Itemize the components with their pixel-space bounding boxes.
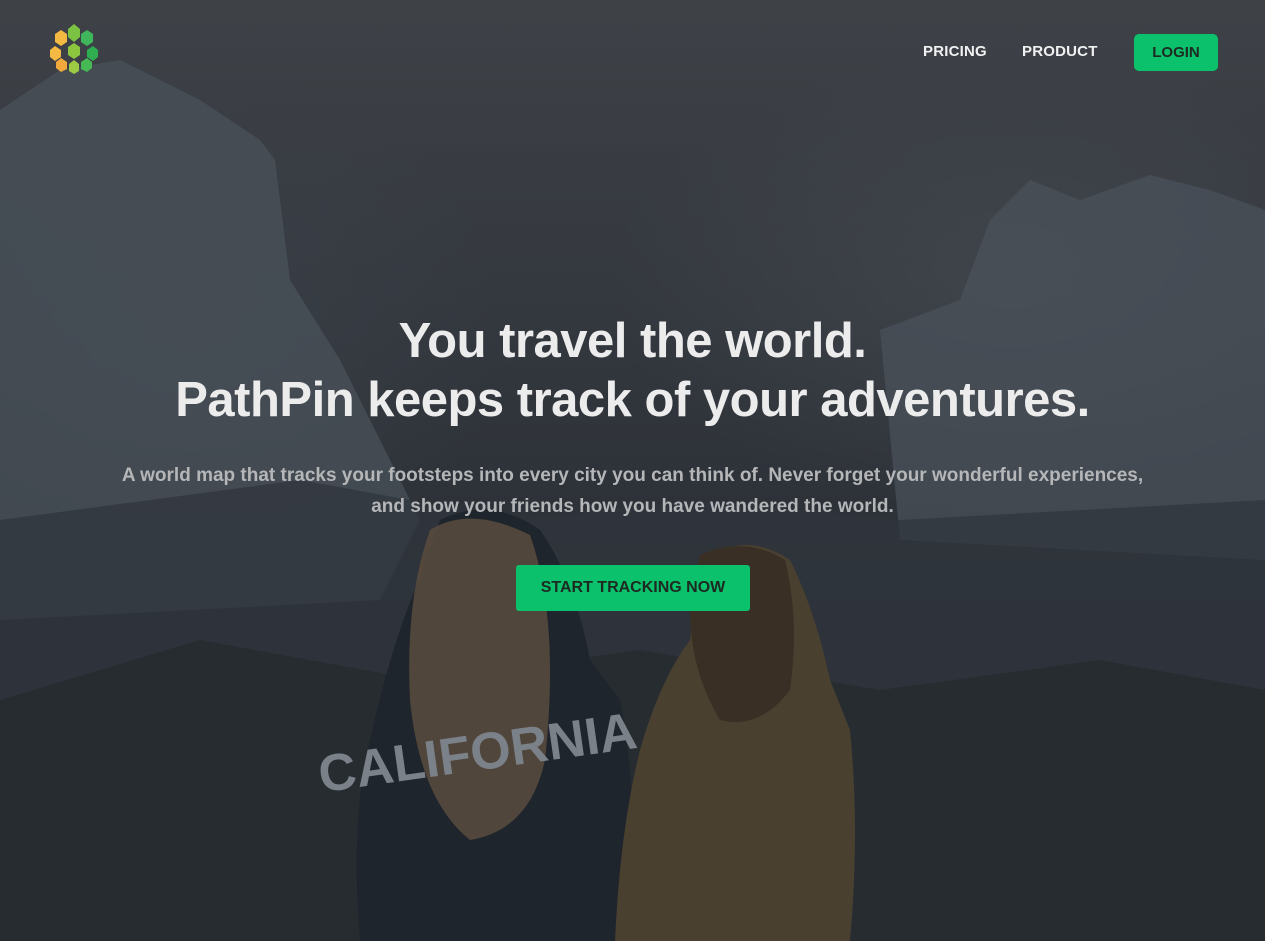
start-tracking-button[interactable]: START TRACKING NOW xyxy=(516,565,750,611)
pathpin-logo-icon[interactable] xyxy=(47,22,101,76)
hero-subtitle-line-1: A world map that tracks your footsteps i… xyxy=(121,465,1144,486)
hero-title: You travel the world. PathPin keeps trac… xyxy=(0,312,1265,430)
top-navbar: PRICING PRODUCT LOGIN xyxy=(0,0,1265,100)
hero-subtitle: A world map that tracks your footsteps i… xyxy=(103,460,1163,522)
nav-link-pricing[interactable]: PRICING xyxy=(923,43,987,60)
login-button[interactable]: LOGIN xyxy=(1134,34,1218,71)
hero-title-line-1: You travel the world. xyxy=(398,314,867,368)
hero-subtitle-line-2: and show your friends how you have wande… xyxy=(371,496,894,517)
nav-link-product[interactable]: PRODUCT xyxy=(1022,43,1098,60)
hero-title-line-2: PathPin keeps track of your adventures. xyxy=(175,373,1090,427)
hero-section: You travel the world. PathPin keeps trac… xyxy=(0,312,1265,522)
